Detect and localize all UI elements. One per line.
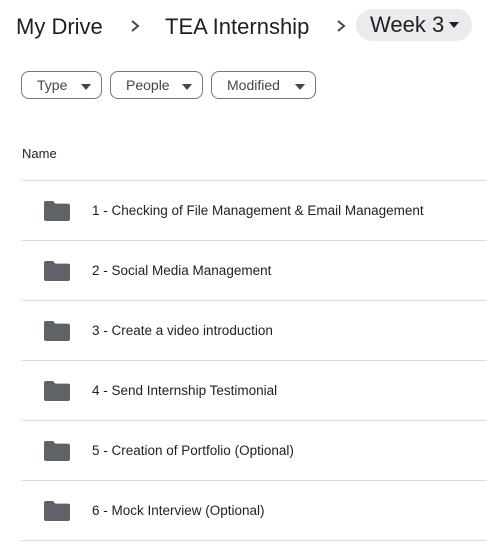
file-list: 1 - Checking of File Management & Email … <box>21 181 487 541</box>
people-filter-chip[interactable]: People <box>110 71 203 99</box>
people-filter-label: People <box>126 77 170 93</box>
folder-row[interactable]: 6 - Mock Interview (Optional) <box>21 481 487 541</box>
caret-down-icon <box>81 77 91 93</box>
type-filter-label: Type <box>37 77 68 93</box>
filter-bar: Type People Modified <box>21 71 316 99</box>
folder-icon <box>44 200 70 221</box>
breadcrumb-current-label: Week 3 <box>370 12 445 37</box>
folder-name: 5 - Creation of Portfolio (Optional) <box>92 443 294 458</box>
modified-filter-chip[interactable]: Modified <box>211 71 316 99</box>
chevron-right-icon <box>334 18 348 34</box>
folder-icon <box>44 440 70 461</box>
folder-name: 1 - Checking of File Management & Email … <box>92 203 424 218</box>
breadcrumb-item-tea-internship[interactable]: TEA Internship <box>165 10 309 44</box>
chevron-right-icon <box>128 18 142 34</box>
modified-filter-label: Modified <box>227 77 280 93</box>
folder-row[interactable]: 3 - Create a video introduction <box>21 301 487 361</box>
folder-icon <box>44 500 70 521</box>
folder-row[interactable]: 2 - Social Media Management <box>21 241 487 301</box>
caret-down-icon <box>295 77 305 93</box>
breadcrumb-item-my-drive[interactable]: My Drive <box>16 10 103 44</box>
folder-row[interactable]: 1 - Checking of File Management & Email … <box>21 181 487 241</box>
type-filter-chip[interactable]: Type <box>21 71 102 99</box>
folder-name: 3 - Create a video introduction <box>92 323 273 338</box>
breadcrumb: My Drive TEA Internship Week 3 <box>0 8 487 46</box>
folder-name: 6 - Mock Interview (Optional) <box>92 503 265 518</box>
folder-name: 2 - Social Media Management <box>92 263 272 278</box>
folder-icon <box>44 260 70 281</box>
folder-row[interactable]: 5 - Creation of Portfolio (Optional) <box>21 421 487 481</box>
folder-row[interactable]: 4 - Send Internship Testimonial <box>21 361 487 421</box>
folder-icon <box>44 380 70 401</box>
caret-down-icon <box>182 77 192 93</box>
folder-name: 4 - Send Internship Testimonial <box>92 383 278 398</box>
folder-icon <box>44 320 70 341</box>
breadcrumb-current-folder-button[interactable]: Week 3 <box>356 9 473 41</box>
name-column-header[interactable]: Name <box>22 146 57 161</box>
caret-down-icon <box>448 21 460 29</box>
